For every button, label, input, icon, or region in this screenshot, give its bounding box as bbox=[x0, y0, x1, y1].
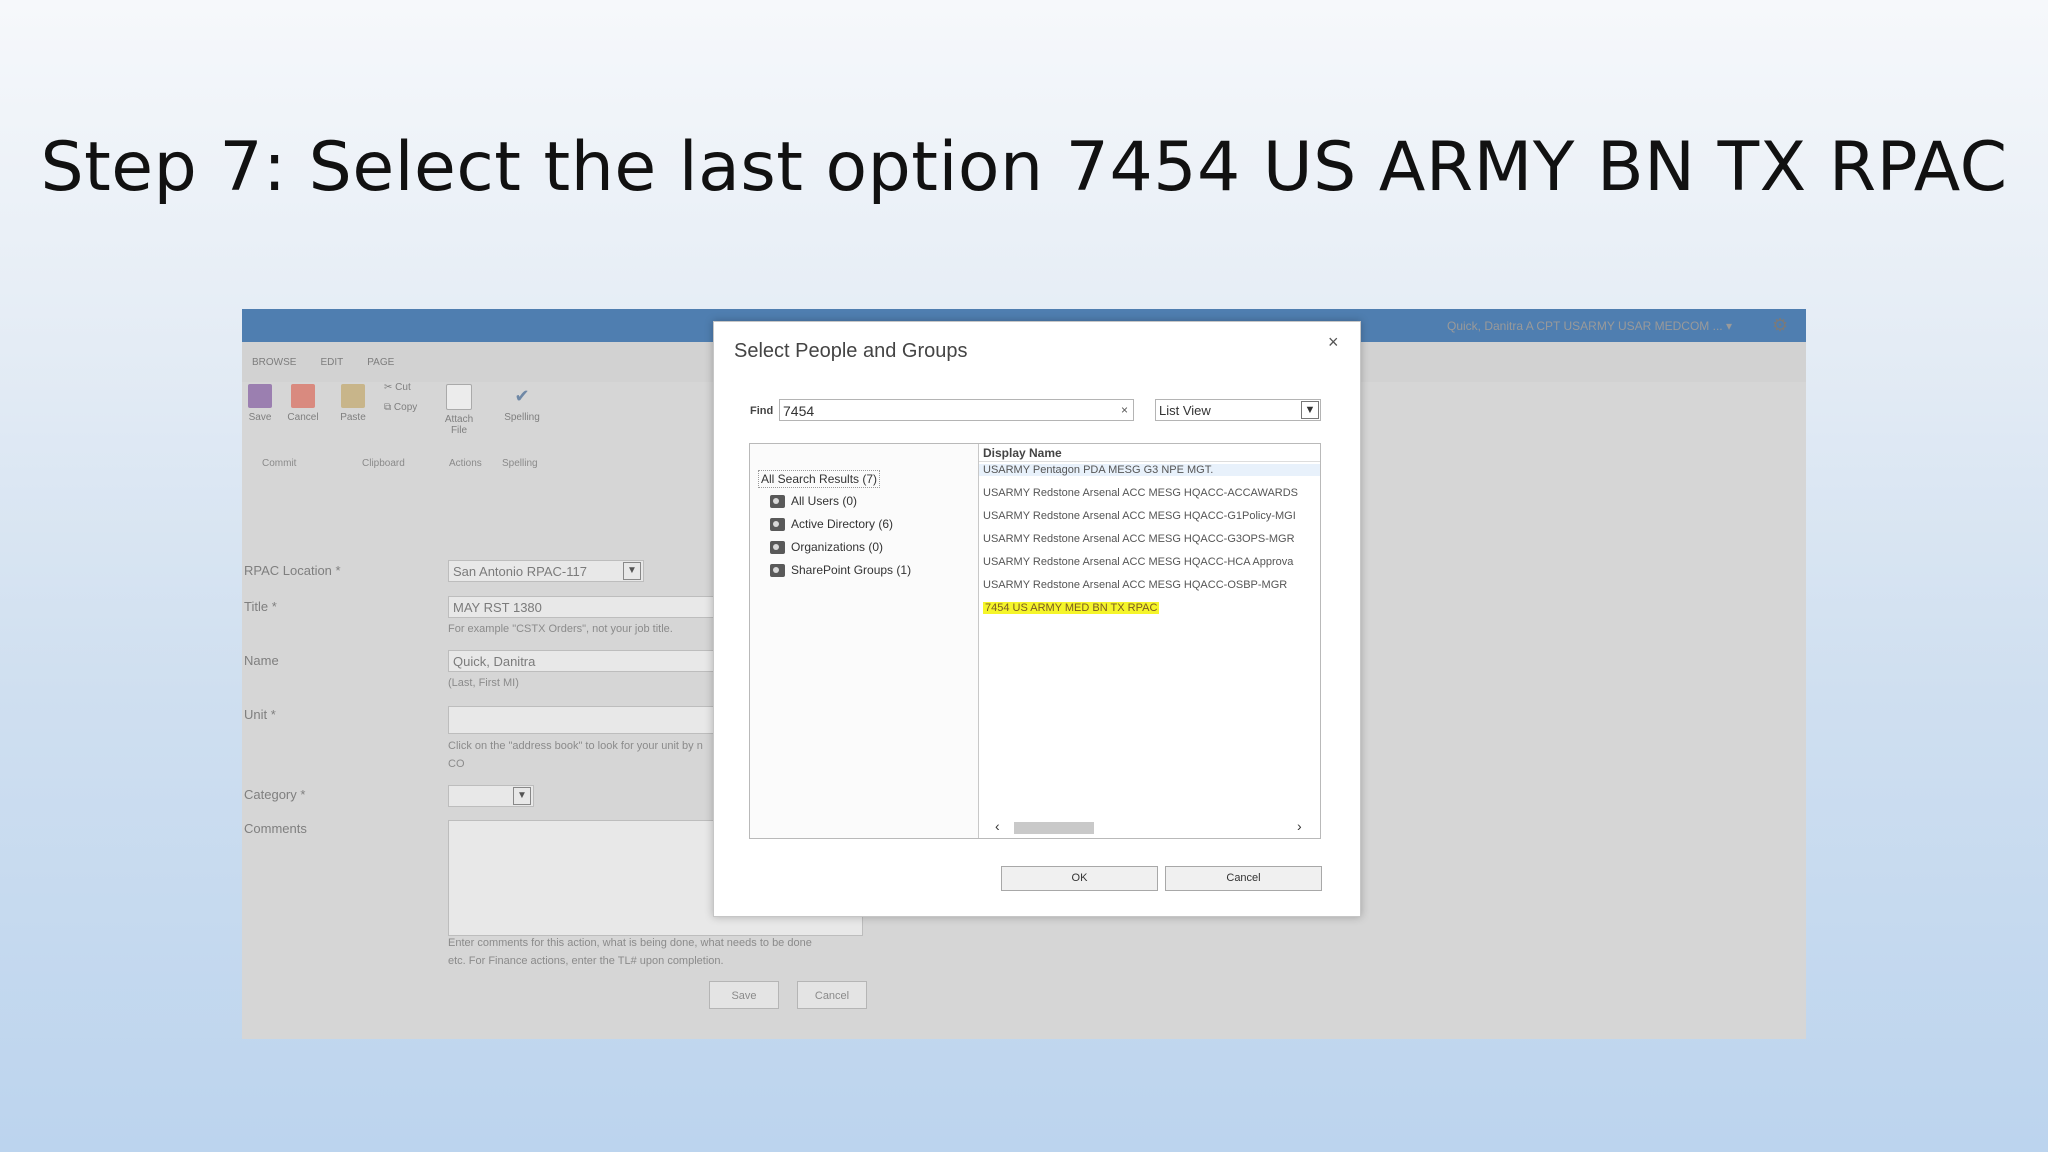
category-select[interactable]: ▼ bbox=[448, 785, 534, 807]
spelling-check-icon: ✔ bbox=[514, 386, 530, 406]
display-name-header[interactable]: Display Name bbox=[979, 444, 1320, 462]
attach-file-button[interactable]: Attach File bbox=[442, 384, 476, 436]
view-select[interactable]: List View ▼ bbox=[1155, 399, 1321, 421]
tree-root-all-results[interactable]: All Search Results (7) bbox=[758, 470, 881, 488]
select-people-dialog: Select People and Groups × Find 7454 × L… bbox=[713, 321, 1361, 917]
save-icon bbox=[248, 384, 272, 408]
cut-label: Cut bbox=[395, 382, 411, 393]
dialog-title: Select People and Groups bbox=[734, 340, 968, 362]
cancel-ribbon-label: Cancel bbox=[287, 412, 319, 423]
user-menu[interactable]: Quick, Danitra A CPT USARMY USAR MEDCOM … bbox=[1447, 319, 1732, 333]
paste-button[interactable]: Paste bbox=[338, 384, 368, 423]
save-ribbon-label: Save bbox=[248, 412, 272, 423]
comments-label: Comments bbox=[244, 821, 307, 836]
clear-search-icon[interactable]: × bbox=[1121, 403, 1128, 417]
search-tree: All Search Results (7) All Users (0) Act… bbox=[750, 444, 979, 838]
group-spelling: Spelling bbox=[502, 458, 538, 469]
rpac-location-value: San Antonio RPAC-117 bbox=[453, 564, 587, 579]
save-ribbon-button[interactable]: Save bbox=[246, 384, 274, 423]
paste-icon bbox=[341, 384, 365, 408]
paste-label: Paste bbox=[340, 412, 366, 423]
name-hint: (Last, First MI) bbox=[448, 677, 519, 689]
horizontal-scrollbar[interactable]: ‹ › bbox=[979, 818, 1320, 836]
tree-item-active-directory[interactable]: Active Directory (6) bbox=[770, 517, 893, 531]
directory-icon bbox=[770, 540, 785, 554]
cut-icon: ✂ bbox=[384, 382, 396, 393]
group-clipboard: Clipboard bbox=[362, 458, 405, 469]
tree-item-sharepoint-groups[interactable]: SharePoint Groups (1) bbox=[770, 563, 911, 577]
chevron-down-icon: ▼ bbox=[513, 787, 531, 805]
title-value: MAY RST 1380 bbox=[453, 600, 542, 615]
category-label: Category * bbox=[244, 787, 306, 802]
spelling-button[interactable]: ✔ Spelling bbox=[502, 384, 542, 423]
scroll-left-icon[interactable]: ‹ bbox=[995, 818, 1000, 834]
find-input[interactable]: 7454 × bbox=[779, 399, 1134, 421]
directory-icon bbox=[770, 563, 785, 577]
scroll-right-icon[interactable]: › bbox=[1297, 818, 1302, 834]
tree-item-organizations[interactable]: Organizations (0) bbox=[770, 540, 883, 554]
comments-hint-2: etc. For Finance actions, enter the TL# … bbox=[448, 955, 724, 967]
result-row[interactable]: USARMY Redstone Arsenal ACC MESG HQACC-H… bbox=[983, 556, 1293, 568]
tree-item-label: SharePoint Groups (1) bbox=[791, 563, 912, 577]
cancel-ribbon-button[interactable]: Cancel bbox=[286, 384, 320, 423]
comments-hint: Enter comments for this action, what is … bbox=[448, 937, 812, 949]
copy-button[interactable]: ⧉ Copy bbox=[384, 402, 417, 413]
result-row[interactable]: USARMY Redstone Arsenal ACC MESG HQACC-A… bbox=[983, 487, 1298, 499]
title-hint: For example "CSTX Orders", not your job … bbox=[448, 623, 673, 635]
chevron-down-icon: ▼ bbox=[623, 562, 641, 580]
find-input-value: 7454 bbox=[783, 403, 815, 419]
find-label: Find bbox=[750, 405, 774, 417]
unit-label: Unit * bbox=[244, 707, 276, 722]
tab-browse[interactable]: BROWSE bbox=[252, 357, 296, 368]
unit-hint: Click on the "address book" to look for … bbox=[448, 740, 703, 752]
tree-item-label: Active Directory (6) bbox=[791, 517, 894, 531]
results-list: Display Name USARMY Pentagon PDA MESG G3… bbox=[979, 444, 1320, 838]
cancel-icon bbox=[291, 384, 315, 408]
group-commit: Commit bbox=[262, 458, 297, 469]
ribbon-tabs: BROWSE EDIT PAGE bbox=[252, 357, 394, 368]
copy-label: Copy bbox=[393, 402, 418, 413]
dialog-cancel-button[interactable]: Cancel bbox=[1165, 866, 1322, 891]
title-label: Title * bbox=[244, 599, 277, 614]
form-cancel-button[interactable]: Cancel bbox=[797, 981, 867, 1009]
result-row-highlighted[interactable]: 7454 US ARMY MED BN TX RPAC bbox=[983, 602, 1160, 614]
chevron-down-icon: ▼ bbox=[1301, 401, 1319, 419]
tree-item-label: Organizations (0) bbox=[791, 540, 884, 554]
form-save-button[interactable]: Save bbox=[709, 981, 779, 1009]
slide-title: Step 7: Select the last option 7454 US A… bbox=[40, 128, 2008, 207]
results-panel: All Search Results (7) All Users (0) Act… bbox=[749, 443, 1321, 839]
name-label: Name bbox=[244, 653, 279, 668]
result-row[interactable]: USARMY Redstone Arsenal ACC MESG HQACC-G… bbox=[983, 533, 1295, 545]
cut-button[interactable]: ✂ Cut bbox=[384, 382, 411, 393]
spelling-label: Spelling bbox=[504, 412, 540, 423]
unit-hint-2: CO bbox=[448, 758, 465, 770]
result-row[interactable]: USARMY Pentagon PDA MESG G3 NPE MGT. bbox=[979, 464, 1320, 476]
scrollbar-thumb[interactable] bbox=[1014, 822, 1094, 834]
copy-icon: ⧉ bbox=[384, 402, 394, 413]
view-select-value: List View bbox=[1159, 403, 1211, 418]
ok-button[interactable]: OK bbox=[1001, 866, 1158, 891]
name-value: Quick, Danitra bbox=[453, 654, 536, 669]
directory-icon bbox=[770, 517, 785, 531]
rpac-location-label: RPAC Location * bbox=[244, 563, 341, 578]
attach-icon bbox=[446, 384, 472, 410]
gear-icon[interactable]: ⚙ bbox=[1772, 315, 1788, 336]
close-icon[interactable]: × bbox=[1328, 332, 1339, 353]
tab-edit[interactable]: EDIT bbox=[320, 357, 343, 368]
tab-page[interactable]: PAGE bbox=[367, 357, 394, 368]
attach-label: Attach File bbox=[444, 414, 474, 436]
result-row[interactable]: USARMY Redstone Arsenal ACC MESG HQACC-O… bbox=[983, 579, 1287, 591]
tree-item-label: All Users (0) bbox=[791, 494, 858, 508]
directory-icon bbox=[770, 494, 785, 508]
group-actions: Actions bbox=[449, 458, 482, 469]
result-row[interactable]: USARMY Redstone Arsenal ACC MESG HQACC-G… bbox=[983, 510, 1296, 522]
rpac-location-select[interactable]: San Antonio RPAC-117 ▼ bbox=[448, 560, 644, 582]
tree-item-all-users[interactable]: All Users (0) bbox=[770, 494, 857, 508]
